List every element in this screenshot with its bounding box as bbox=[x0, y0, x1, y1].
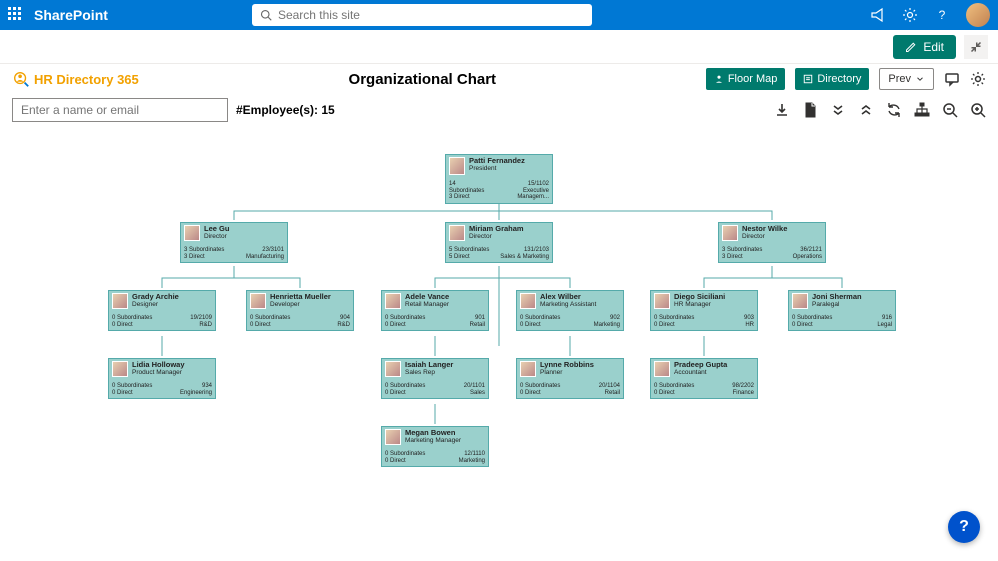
avatar-icon bbox=[654, 293, 670, 309]
avatar-icon bbox=[449, 157, 465, 175]
avatar-icon bbox=[385, 429, 401, 445]
megaphone-icon[interactable] bbox=[870, 7, 886, 23]
search-input[interactable] bbox=[278, 8, 584, 22]
zoom-out-icon[interactable] bbox=[942, 102, 958, 118]
node-pradeep-gupta[interactable]: Pradeep GuptaAccountant 0 Subordinates0 … bbox=[650, 358, 758, 399]
node-lee-gu[interactable]: Lee GuDirector 3 Subordinates3 Direct23/… bbox=[180, 222, 288, 263]
org-chart-canvas[interactable]: Patti FernandezPresident 14 Subordinates… bbox=[0, 126, 998, 561]
help-icon[interactable]: ? bbox=[934, 7, 950, 23]
export-pdf-icon[interactable] bbox=[802, 102, 818, 118]
node-joni-sherman[interactable]: Joni ShermanParalegal 0 Subordinates0 Di… bbox=[788, 290, 896, 331]
avatar-icon bbox=[184, 225, 200, 241]
app-header: HR Directory 365 Organizational Chart Fl… bbox=[0, 64, 998, 94]
avatar-icon bbox=[112, 361, 128, 377]
avatar-icon bbox=[722, 225, 738, 241]
gear-icon[interactable] bbox=[902, 7, 918, 23]
search-box[interactable] bbox=[252, 4, 592, 26]
node-lidia-holloway[interactable]: Lidia HollowayProduct Manager 0 Subordin… bbox=[108, 358, 216, 399]
node-henrietta-mueller[interactable]: Henrietta MuellerDeveloper 0 Subordinate… bbox=[246, 290, 354, 331]
avatar-icon bbox=[385, 361, 401, 377]
collapse-up-icon[interactable] bbox=[858, 102, 874, 118]
node-miriam-graham[interactable]: Miriam GrahamDirector 5 Subordinates5 Di… bbox=[445, 222, 553, 263]
app-launcher-icon[interactable] bbox=[8, 7, 24, 23]
zoom-in-icon[interactable] bbox=[970, 102, 986, 118]
hierarchy-icon[interactable] bbox=[914, 102, 930, 118]
floor-map-button[interactable]: Floor Map bbox=[706, 68, 786, 90]
download-icon[interactable] bbox=[774, 102, 790, 118]
floor-map-icon bbox=[714, 74, 724, 84]
node-nestor-wilke[interactable]: Nestor WilkeDirector 3 Subordinates3 Dir… bbox=[718, 222, 826, 263]
directory-button[interactable]: Directory bbox=[795, 68, 869, 90]
refresh-icon[interactable] bbox=[886, 102, 902, 118]
avatar-icon bbox=[250, 293, 266, 309]
avatar-icon bbox=[112, 293, 128, 309]
pencil-icon bbox=[905, 41, 917, 53]
search-icon bbox=[260, 9, 272, 21]
suite-bar: SharePoint ? bbox=[0, 0, 998, 30]
svg-text:?: ? bbox=[939, 8, 946, 22]
node-grady-archie[interactable]: Grady ArchieDesigner 0 Subordinates0 Dir… bbox=[108, 290, 216, 331]
node-adele-vance[interactable]: Adele VanceRetail Manager 0 Subordinates… bbox=[381, 290, 489, 331]
avatar-icon bbox=[654, 361, 670, 377]
avatar-icon bbox=[520, 361, 536, 377]
feedback-icon[interactable] bbox=[944, 71, 960, 87]
node-isaiah-langer[interactable]: Isaiah LangerSales Rep 0 Subordinates0 D… bbox=[381, 358, 489, 399]
directory-icon bbox=[803, 74, 813, 84]
prev-dropdown[interactable]: Prev bbox=[879, 68, 934, 90]
node-diego-siciliani[interactable]: Diego SicilianiHR Manager 0 Subordinates… bbox=[650, 290, 758, 331]
app-logo-text: HR Directory 365 bbox=[34, 72, 139, 87]
avatar-icon bbox=[520, 293, 536, 309]
name-email-input[interactable] bbox=[12, 98, 228, 122]
avatar-icon bbox=[385, 293, 401, 309]
app-logo[interactable]: HR Directory 365 bbox=[12, 70, 139, 88]
expand-down-icon[interactable] bbox=[830, 102, 846, 118]
settings-icon[interactable] bbox=[970, 71, 986, 87]
page-title: Organizational Chart bbox=[149, 71, 696, 88]
collapse-button[interactable] bbox=[964, 35, 988, 59]
node-megan-bowen[interactable]: Megan BowenMarketing Manager 0 Subordina… bbox=[381, 426, 489, 467]
avatar-icon bbox=[792, 293, 808, 309]
help-fab[interactable]: ? bbox=[948, 511, 980, 543]
chevron-down-icon bbox=[915, 74, 925, 84]
edit-button[interactable]: Edit bbox=[893, 35, 956, 59]
node-lynne-robbins[interactable]: Lynne RobbinsPlanner 0 Subordinates0 Dir… bbox=[516, 358, 624, 399]
node-patti-fernandez[interactable]: Patti FernandezPresident 14 Subordinates… bbox=[445, 154, 553, 204]
command-bar: Edit bbox=[0, 30, 998, 64]
edit-label: Edit bbox=[923, 40, 944, 54]
node-alex-wilber[interactable]: Alex WilberMarketing Assistant 0 Subordi… bbox=[516, 290, 624, 331]
user-avatar[interactable] bbox=[966, 3, 990, 27]
filter-bar: #Employee(s): 15 bbox=[0, 94, 998, 126]
avatar-icon bbox=[449, 225, 465, 241]
brand-name: SharePoint bbox=[34, 7, 108, 23]
employee-count: #Employee(s): 15 bbox=[236, 103, 335, 117]
